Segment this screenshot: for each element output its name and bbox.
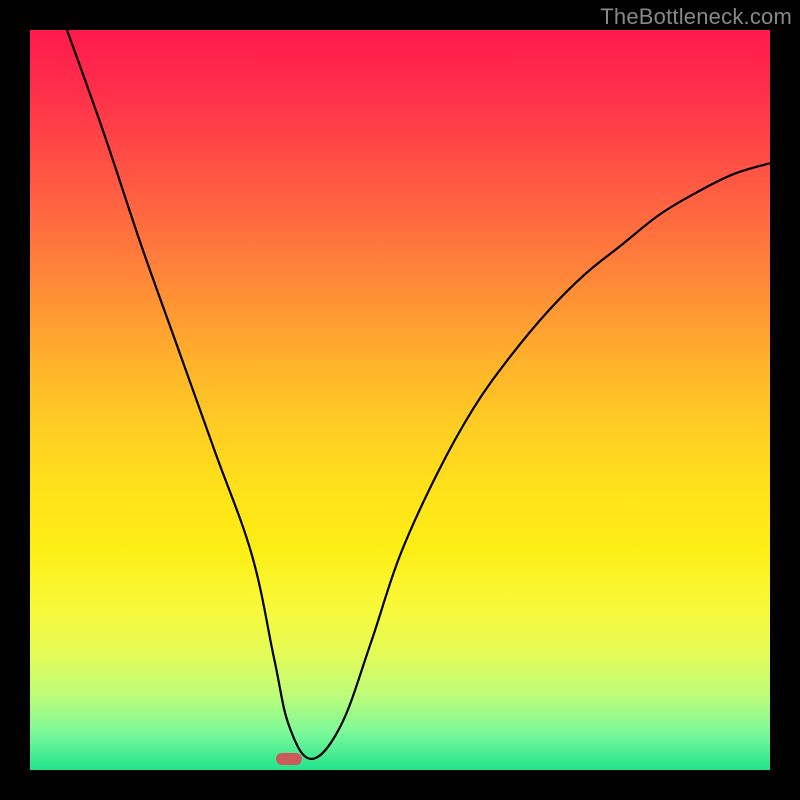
optimal-point-marker [276, 753, 302, 765]
chart-plot-area [30, 30, 770, 770]
bottleneck-curve [67, 30, 770, 759]
watermark-text: TheBottleneck.com [600, 4, 792, 30]
curve-svg [30, 30, 770, 770]
